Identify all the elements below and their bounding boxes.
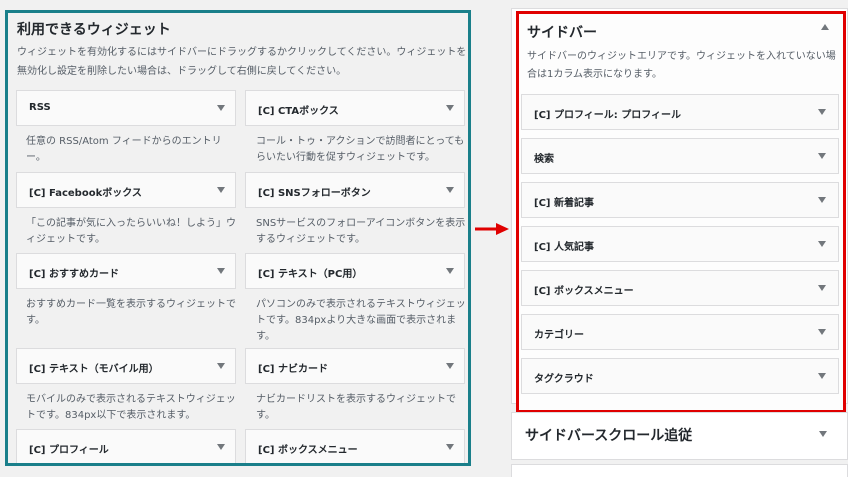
caret-down-icon[interactable] <box>446 187 454 193</box>
widget-title: カテゴリー <box>534 330 584 341</box>
widget-description: 任意の RSS/Atom フィードからのエントリー。 <box>26 136 222 163</box>
sidebar-scroll-follow-area[interactable]: サイドバースクロール追従 <box>511 412 848 460</box>
available-widgets-panel: 利用できるウィジェット ウィジェットを有効化するにはサイドバーにドラッグするかク… <box>5 10 471 466</box>
widget-title: [C] プロフィール <box>29 445 109 456</box>
widget-title: [C] Facebookボックス <box>29 188 142 199</box>
widget-title: [C] プロフィール: プロフィール <box>534 110 682 121</box>
caret-down-icon[interactable] <box>217 268 225 274</box>
caret-down-icon[interactable] <box>818 241 826 247</box>
sidebar-widget-tag-cloud[interactable]: タグクラウド <box>521 358 839 394</box>
widget-cta-box[interactable]: [C] CTAボックス <box>245 90 465 126</box>
widget-title: RSS <box>29 102 51 113</box>
widget-title: [C] CTAボックス <box>258 106 339 117</box>
arrow-right-icon <box>475 223 509 235</box>
widget-recommended-cards[interactable]: [C] おすすめカード <box>16 253 236 289</box>
sidebar-widget-new-posts[interactable]: [C] 新着記事 <box>521 182 839 218</box>
widget-title: [C] ボックスメニュー <box>258 445 358 456</box>
widget-title: [C] 新着記事 <box>534 198 594 209</box>
widget-description: SNSサービスのフォローアイコンボタンを表示するウィジェットです。 <box>256 218 466 245</box>
sidebar-widget-popular-posts[interactable]: [C] 人気記事 <box>521 226 839 262</box>
widget-text-mobile[interactable]: [C] テキスト（モバイル用） <box>16 348 236 384</box>
widget-box-menu[interactable]: [C] ボックスメニュー <box>245 429 465 463</box>
caret-down-icon[interactable] <box>818 373 826 379</box>
widget-text-pc[interactable]: [C] テキスト（PC用） <box>245 253 465 289</box>
widget-title: [C] テキスト（PC用） <box>258 269 363 280</box>
widget-description: コール・トゥ・アクションで訪問者にとってもらいたい行動を促すウィジェットです。 <box>256 136 465 163</box>
widget-sns-follow[interactable]: [C] SNSフォローボタン <box>245 172 465 208</box>
widget-title: [C] テキスト（モバイル用） <box>29 364 159 375</box>
widget-title: タグクラウド <box>534 374 594 385</box>
sidebar-widget-search[interactable]: 検索 <box>521 138 839 174</box>
caret-up-icon[interactable] <box>821 24 829 30</box>
widget-description: モバイルのみで表示されるテキストウィジェットです。834px以下で表示されます。 <box>26 394 236 421</box>
widget-title: 検索 <box>534 154 554 165</box>
widget-description: 「この記事が気に入ったらいいね！しよう」ウィジェットです。 <box>26 218 236 245</box>
widget-title: [C] おすすめカード <box>29 269 119 280</box>
widget-title: [C] 人気記事 <box>534 242 594 253</box>
sidebar-widget-box-menu[interactable]: [C] ボックスメニュー <box>521 270 839 306</box>
widget-facebook-box[interactable]: [C] Facebookボックス <box>16 172 236 208</box>
next-widget-area[interactable] <box>511 464 848 477</box>
widget-description: ナビカードリストを表示するウィジェットです。 <box>256 394 456 421</box>
caret-down-icon[interactable] <box>217 363 225 369</box>
caret-down-icon[interactable] <box>446 105 454 111</box>
sidebar-widget-categories[interactable]: カテゴリー <box>521 314 839 350</box>
widget-description: おすすめカード一覧を表示するウィジェットです。 <box>26 299 236 326</box>
caret-down-icon[interactable] <box>446 363 454 369</box>
caret-down-icon[interactable] <box>217 444 225 450</box>
available-widgets-description: ウィジェットを有効化するにはサイドバーにドラッグするかクリックしてください。ウィ… <box>17 47 467 77</box>
available-widgets-title: 利用できるウィジェット <box>17 22 171 38</box>
sidebar-title[interactable]: サイドバー <box>527 22 597 42</box>
caret-down-icon[interactable] <box>217 187 225 193</box>
caret-down-icon[interactable] <box>818 153 826 159</box>
sidebar-description: サイドバーのウィジットエリアです。ウィジェットを入れていない場合は1カラム表示に… <box>527 51 836 80</box>
widget-title: [C] ボックスメニュー <box>534 286 634 297</box>
sidebar-widget-profile[interactable]: [C] プロフィール: プロフィール <box>521 94 839 130</box>
widget-navi-card[interactable]: [C] ナビカード <box>245 348 465 384</box>
widget-rss[interactable]: RSS <box>16 90 236 126</box>
caret-down-icon[interactable] <box>819 431 827 437</box>
caret-down-icon[interactable] <box>217 105 225 111</box>
widget-title: [C] ナビカード <box>258 364 328 375</box>
caret-down-icon[interactable] <box>446 444 454 450</box>
caret-down-icon[interactable] <box>818 197 826 203</box>
widget-description: パソコンのみで表示されるテキストウィジェットです。834pxより大きな画面で表示… <box>256 299 466 342</box>
caret-down-icon[interactable] <box>818 109 826 115</box>
scroll-follow-title[interactable]: サイドバースクロール追従 <box>525 425 692 445</box>
widget-profile[interactable]: [C] プロフィール <box>16 429 236 463</box>
caret-down-icon[interactable] <box>446 268 454 274</box>
widget-title: [C] SNSフォローボタン <box>258 188 371 199</box>
sidebar-widget-area[interactable]: サイドバー サイドバーのウィジットエリアです。ウィジェットを入れていない場合は1… <box>516 11 846 413</box>
caret-down-icon[interactable] <box>818 285 826 291</box>
caret-down-icon[interactable] <box>818 329 826 335</box>
